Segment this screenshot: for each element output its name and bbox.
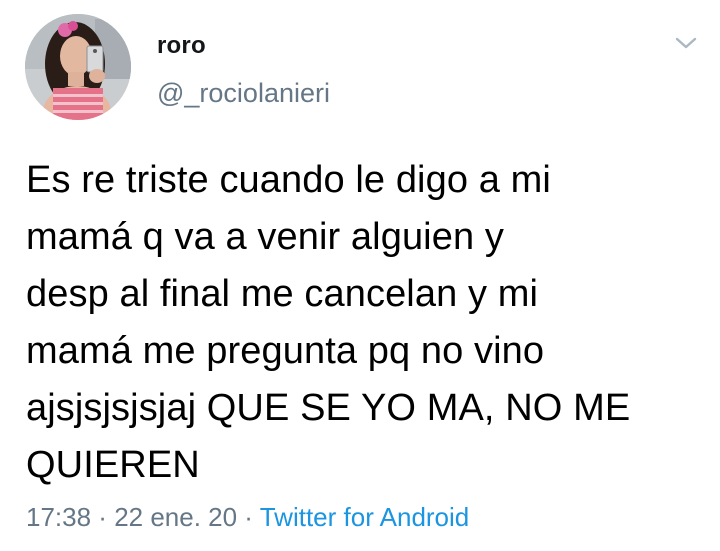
- tweet-card: roro @_rociolanieri Es re triste cuando …: [0, 0, 720, 551]
- tweet-text: Es re triste cuando le digo a mi mamá q …: [26, 159, 631, 486]
- tweet-time[interactable]: 17:38: [26, 502, 91, 532]
- avatar[interactable]: [25, 14, 131, 120]
- meta-separator: ·: [237, 502, 260, 532]
- display-name[interactable]: roro: [157, 32, 206, 60]
- tweet-date[interactable]: 22 ene. 20: [114, 502, 237, 532]
- chevron-down-icon[interactable]: [672, 32, 700, 54]
- user-handle[interactable]: @_rociolanieri: [157, 78, 330, 109]
- tweet-source-link[interactable]: Twitter for Android: [260, 502, 470, 532]
- avatar-photo: [25, 14, 131, 120]
- tweet-meta: 17:38 · 22 ene. 20 · Twitter for Android: [26, 502, 469, 533]
- meta-separator: ·: [91, 502, 115, 532]
